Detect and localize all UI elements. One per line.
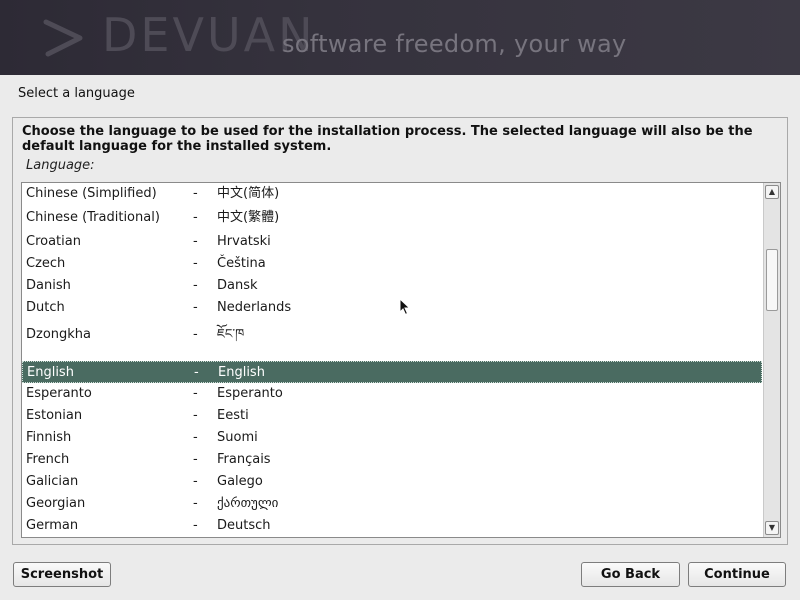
- language-name: Croatian: [26, 234, 81, 249]
- language-name: Finnish: [26, 430, 72, 445]
- language-separator: -: [193, 186, 198, 201]
- language-separator: -: [193, 234, 198, 249]
- language-name: Galician: [26, 474, 79, 489]
- mouse-pointer-icon: [399, 298, 411, 316]
- language-name: Czech: [26, 256, 66, 271]
- page-title: Select a language: [18, 86, 135, 101]
- language-option[interactable]: Galician - Galego: [22, 471, 762, 493]
- language-name: Danish: [26, 278, 71, 293]
- language-option[interactable]: Greek - Ελληνικά: [22, 537, 762, 538]
- language-name: English: [27, 365, 74, 380]
- language-option[interactable]: Dzongkha - ཇོང་ཁ: [22, 319, 762, 351]
- language-name: Dzongkha: [26, 327, 92, 342]
- language-separator: -: [193, 518, 198, 533]
- language-option[interactable]: Estonian - Eesti: [22, 405, 762, 427]
- language-option[interactable]: English - English: [22, 361, 762, 383]
- scroll-thumb[interactable]: [766, 249, 778, 311]
- language-separator: -: [193, 496, 198, 511]
- scroll-up-button[interactable]: ▲: [765, 185, 779, 199]
- language-name: Dutch: [26, 300, 65, 315]
- language-separator: -: [194, 365, 199, 380]
- language-separator: -: [193, 452, 198, 467]
- language-separator: -: [193, 537, 198, 538]
- language-name: Estonian: [26, 408, 83, 423]
- language-option[interactable]: French - Français: [22, 449, 762, 471]
- language-native-name: ཇོང་ཁ: [217, 327, 245, 342]
- chevron-down-icon: ▼: [768, 523, 776, 532]
- language-option[interactable]: Chinese (Simplified) - 中文(简体): [22, 183, 762, 207]
- language-listbox[interactable]: Chinese (Simplified) - 中文(简体) Chinese (Trad…: [21, 182, 781, 538]
- list-gap: [22, 351, 764, 361]
- language-native-name: English: [218, 365, 265, 380]
- language-name: French: [26, 452, 70, 467]
- language-panel: Choose the language to be used for the i…: [12, 117, 788, 545]
- screenshot-button[interactable]: Screenshot: [13, 562, 111, 587]
- scroll-down-button[interactable]: ▼: [765, 521, 779, 535]
- language-separator: -: [193, 300, 198, 315]
- language-name: Greek: [26, 537, 65, 538]
- language-name: Chinese (Traditional): [26, 210, 160, 225]
- list-scrollbar[interactable]: ▲ ▼: [763, 183, 780, 537]
- language-native-name: Hrvatski: [217, 234, 271, 249]
- go-back-button[interactable]: Go Back: [581, 562, 680, 587]
- language-name: Esperanto: [26, 386, 92, 401]
- language-native-name: Ελληνικά: [217, 537, 277, 538]
- language-native-name: 中文(简体): [217, 186, 280, 201]
- language-option[interactable]: Georgian - ქართული: [22, 493, 762, 515]
- language-option[interactable]: Finnish - Suomi: [22, 427, 762, 449]
- language-native-name: Eesti: [217, 408, 249, 423]
- continue-button[interactable]: Continue: [688, 562, 786, 587]
- language-separator: -: [193, 408, 198, 423]
- language-separator: -: [193, 210, 198, 225]
- language-native-name: Čeština: [217, 256, 266, 271]
- language-native-name: ქართული: [217, 496, 279, 511]
- devuan-swoosh-icon: [43, 19, 83, 57]
- chevron-up-icon: ▲: [768, 187, 776, 196]
- language-option[interactable]: German - Deutsch: [22, 515, 762, 537]
- language-native-name: Nederlands: [217, 300, 292, 315]
- language-separator: -: [193, 278, 198, 293]
- language-option[interactable]: Danish - Dansk: [22, 275, 762, 297]
- language-native-name: Français: [217, 452, 271, 467]
- language-separator: -: [193, 430, 198, 445]
- instructions-text: Choose the language to be used for the i…: [22, 124, 753, 154]
- language-option[interactable]: Dutch - Nederlands: [22, 297, 762, 319]
- language-name: German: [26, 518, 79, 533]
- language-native-name: Dansk: [217, 278, 258, 293]
- language-field-label: Language:: [26, 158, 95, 173]
- language-option[interactable]: Czech - Čeština: [22, 253, 762, 275]
- banner-tagline: software freedom, your way: [282, 30, 627, 58]
- language-native-name: Suomi: [217, 430, 258, 445]
- language-list: Chinese (Simplified) - 中文(简体) Chinese (Trad…: [22, 183, 764, 538]
- language-separator: -: [193, 474, 198, 489]
- language-separator: -: [193, 256, 198, 271]
- language-native-name: Galego: [217, 474, 263, 489]
- language-name: Georgian: [26, 496, 86, 511]
- language-separator: -: [193, 327, 198, 342]
- language-option[interactable]: Chinese (Traditional) - 中文(繁體): [22, 207, 762, 231]
- language-option[interactable]: Croatian - Hrvatski: [22, 231, 762, 253]
- language-native-name: 中文(繁體): [217, 210, 280, 225]
- language-native-name: Deutsch: [217, 518, 271, 533]
- language-separator: -: [193, 386, 198, 401]
- language-option[interactable]: Esperanto - Esperanto: [22, 383, 762, 405]
- devuan-banner: DEVUAN software freedom, your way: [0, 0, 800, 75]
- language-name: Chinese (Simplified): [26, 186, 157, 201]
- language-native-name: Esperanto: [217, 386, 283, 401]
